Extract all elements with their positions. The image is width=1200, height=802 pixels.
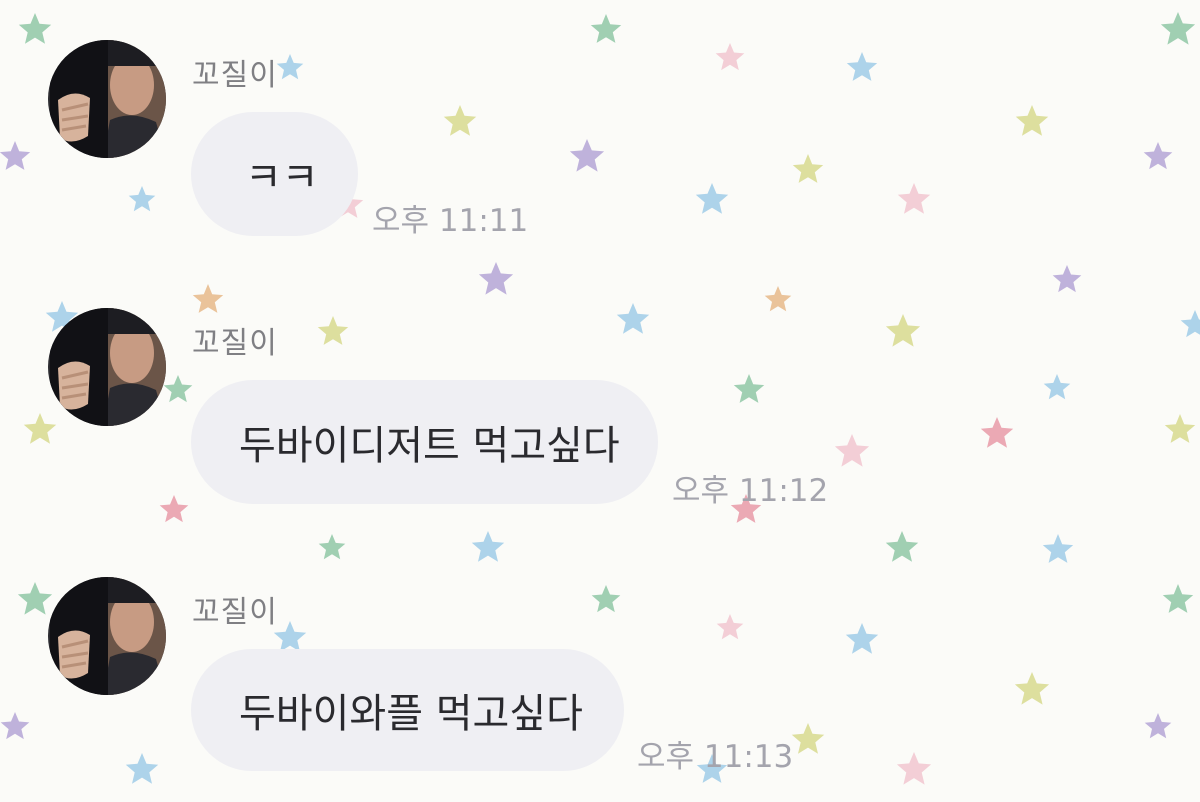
- star-decoration: [791, 723, 825, 754]
- star-decoration: [1180, 310, 1200, 338]
- message-text: ㅋㅋ: [245, 155, 319, 201]
- star-decoration: [733, 374, 765, 403]
- star-decoration: [1043, 374, 1071, 400]
- message-bubble[interactable]: ㅋㅋ: [191, 112, 358, 236]
- star-decoration: [885, 531, 919, 562]
- message-bubble[interactable]: 두바이디저트 먹고싶다: [191, 380, 658, 504]
- star-decoration: [896, 752, 932, 785]
- star-decoration: [273, 621, 307, 652]
- avatar[interactable]: [48, 40, 166, 158]
- star-decoration: [1042, 534, 1074, 563]
- star-decoration: [1014, 672, 1050, 705]
- star-decoration: [590, 14, 622, 43]
- sender-name: 꼬질이: [192, 595, 278, 630]
- sender-name: 꼬질이: [192, 58, 278, 93]
- timestamp: 오후 11:11: [372, 203, 529, 239]
- star-decoration: [17, 582, 53, 615]
- avatar[interactable]: [48, 577, 166, 695]
- star-decoration: [764, 286, 792, 312]
- star-decoration: [163, 375, 193, 403]
- star-decoration: [846, 52, 878, 81]
- star-decoration: [834, 434, 870, 467]
- star-decoration: [716, 614, 744, 640]
- star-decoration: [1164, 414, 1196, 443]
- star-decoration: [128, 186, 156, 212]
- message-text: 두바이디저트 먹고싶다: [239, 423, 620, 469]
- star-decoration: [159, 495, 189, 523]
- star-decoration: [276, 54, 304, 80]
- message-bubble[interactable]: 두바이와플 먹고싶다: [191, 649, 624, 771]
- star-decoration: [715, 43, 745, 71]
- star-decoration: [192, 284, 224, 313]
- star-decoration: [443, 105, 477, 136]
- star-decoration: [18, 13, 52, 44]
- star-decoration: [0, 712, 30, 740]
- star-decoration: [792, 154, 824, 183]
- avatar[interactable]: [48, 308, 166, 426]
- star-decoration: [569, 139, 605, 172]
- star-decoration: [1052, 265, 1082, 293]
- star-decoration: [478, 262, 514, 295]
- message-text: 두바이와플 먹고싶다: [239, 691, 583, 737]
- star-decoration: [980, 417, 1014, 448]
- star-decoration: [1160, 12, 1196, 45]
- star-decoration: [125, 753, 159, 784]
- star-decoration: [591, 585, 621, 613]
- star-decoration: [845, 623, 879, 654]
- star-decoration: [471, 531, 505, 562]
- star-decoration: [897, 183, 931, 214]
- star-decoration: [318, 534, 346, 560]
- star-decoration: [695, 183, 729, 214]
- star-decoration: [885, 314, 921, 347]
- timestamp: 오후 11:13: [637, 739, 794, 775]
- timestamp: 오후 11:12: [672, 473, 829, 509]
- star-decoration: [317, 316, 349, 345]
- star-decoration: [1144, 713, 1172, 739]
- star-decoration: [1015, 105, 1049, 136]
- star-decoration: [1143, 142, 1173, 170]
- star-decoration: [0, 141, 31, 170]
- star-decoration: [1162, 584, 1194, 613]
- sender-name: 꼬질이: [192, 326, 278, 361]
- star-decoration: [616, 303, 650, 334]
- star-decoration: [23, 413, 57, 444]
